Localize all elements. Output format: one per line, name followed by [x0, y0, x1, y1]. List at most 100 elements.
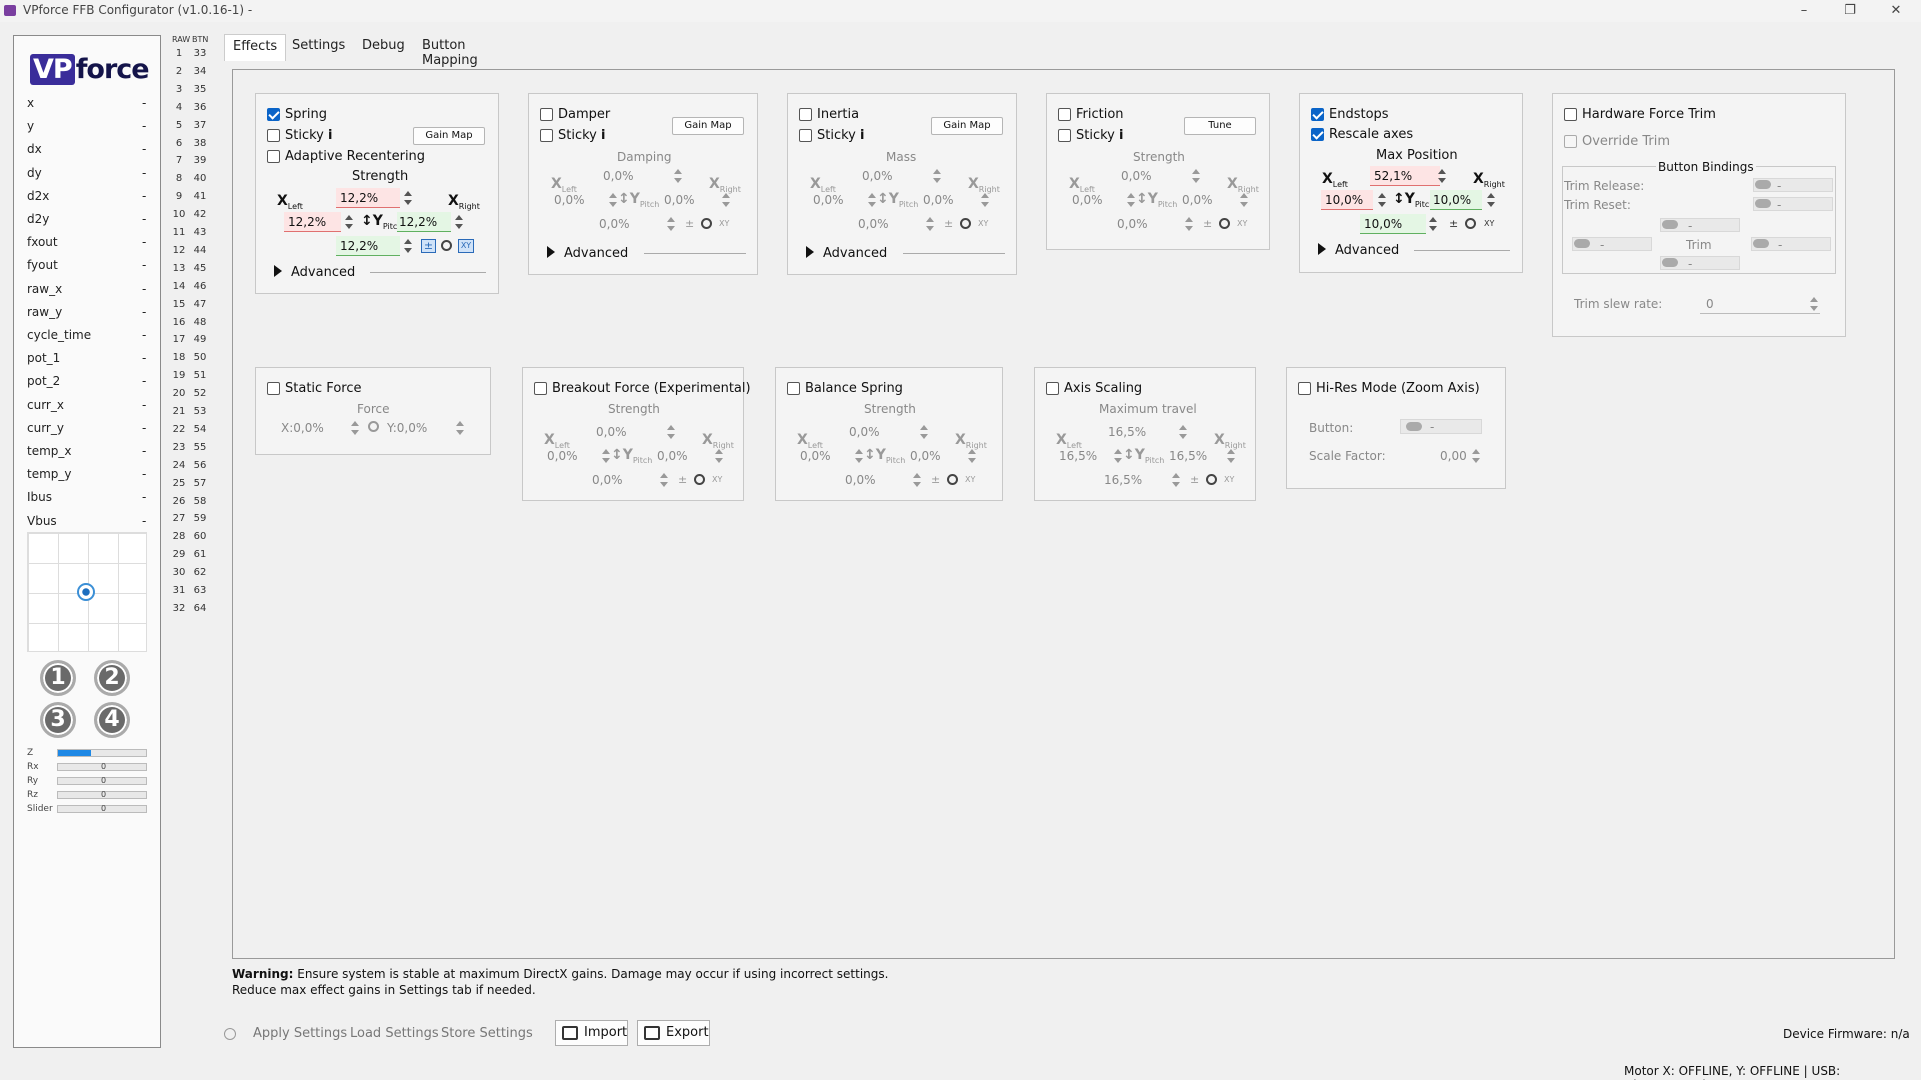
tab-button-mapping[interactable]: Button Mapping [414, 34, 486, 68]
axis_scaling-top-value[interactable]: 16,5% [1108, 425, 1146, 439]
axis_scaling-right-value[interactable]: 16,5% [1169, 449, 1207, 463]
inertia-gain-map-button[interactable]: Gain Map [931, 117, 1003, 135]
breakout-center-value[interactable]: 0,0% [592, 473, 623, 487]
spring-advanced-arrow-icon[interactable] [274, 265, 282, 277]
spring-center-field[interactable]: 12,2% [336, 236, 400, 256]
axis_scaling-center-spinner[interactable] [1169, 470, 1181, 490]
endstops-symmetric-toggle[interactable]: ± [1449, 217, 1458, 230]
trim-slew-rate-field[interactable]: 0 [1700, 294, 1820, 314]
axis_scaling-center-value[interactable]: 16,5% [1104, 473, 1142, 487]
load-settings-button[interactable]: Load Settings [350, 1026, 439, 1041]
friction-left-value[interactable]: 0,0% [1072, 193, 1103, 207]
endstops-right-spinner[interactable] [1484, 190, 1496, 210]
spring-checkbox[interactable] [267, 108, 280, 121]
inertia-symmetric-toggle[interactable]: ± [944, 217, 953, 230]
inertia-right-spinner[interactable] [978, 190, 990, 210]
spring-sticky-checkbox[interactable] [267, 129, 280, 142]
inertia-xy-toggle[interactable]: XY [978, 219, 988, 228]
spring-right-field[interactable]: 12,2% [397, 212, 451, 232]
spring-center-spinner[interactable] [401, 236, 413, 256]
inertia-sticky-checkbox[interactable] [799, 129, 812, 142]
breakout-top-spinner[interactable] [664, 422, 676, 442]
balance-top-value[interactable]: 0,0% [849, 425, 880, 439]
breakout-right-value[interactable]: 0,0% [657, 449, 688, 463]
friction-left-spinner[interactable] [1124, 190, 1136, 210]
minimize-button[interactable]: – [1781, 0, 1827, 22]
rescale-axes-checkbox[interactable] [1311, 128, 1324, 141]
endstops-left-spinner[interactable] [1375, 190, 1387, 210]
static-force-checkbox[interactable] [267, 382, 280, 395]
spring-top-field[interactable]: 12,2% [336, 188, 400, 208]
damper-left-spinner[interactable] [606, 190, 618, 210]
friction-sticky-checkbox[interactable] [1058, 129, 1071, 142]
tab-debug[interactable]: Debug [354, 34, 413, 59]
spring-symmetric-toggle[interactable]: ± [421, 239, 436, 253]
friction-xy-toggle[interactable]: XY [1237, 219, 1247, 228]
endstops-advanced-arrow-icon[interactable] [1318, 243, 1326, 255]
inertia-advanced-arrow-icon[interactable] [806, 246, 814, 258]
axis_scaling-top-spinner[interactable] [1176, 422, 1188, 442]
adaptive-recentering-checkbox[interactable] [267, 150, 280, 163]
damper-right-value[interactable]: 0,0% [664, 193, 695, 207]
axis_scaling-xy-toggle[interactable]: XY [1224, 475, 1234, 484]
endstops-checkbox[interactable] [1311, 108, 1324, 121]
inertia-checkbox[interactable] [799, 108, 812, 121]
endstops-left-field[interactable]: 10,0% [1321, 190, 1373, 210]
breakout-symmetric-toggle[interactable]: ± [678, 473, 687, 486]
damper-center-value[interactable]: 0,0% [599, 217, 630, 231]
breakout-left-value[interactable]: 0,0% [547, 449, 578, 463]
spring-top-spinner[interactable] [401, 188, 413, 208]
endstops-center-spinner[interactable] [1426, 214, 1438, 234]
inertia-right-value[interactable]: 0,0% [923, 193, 954, 207]
balance-center-spinner[interactable] [910, 470, 922, 490]
damper-advanced-arrow-icon[interactable] [547, 246, 555, 258]
static-force-x-value[interactable]: X:0,0% [281, 421, 324, 435]
spring-right-spinner[interactable] [452, 212, 464, 232]
balance-center-value[interactable]: 0,0% [845, 473, 876, 487]
endstops-center-field[interactable]: 10,0% [1360, 214, 1426, 234]
friction-symmetric-toggle[interactable]: ± [1203, 217, 1212, 230]
damper-gain-map-button[interactable]: Gain Map [672, 117, 744, 135]
store-settings-button[interactable]: Store Settings [441, 1026, 533, 1041]
inertia-top-spinner[interactable] [930, 166, 942, 186]
breakout-left-spinner[interactable] [599, 446, 611, 466]
inertia-center-value[interactable]: 0,0% [858, 217, 889, 231]
maximize-button[interactable]: ❐ [1827, 0, 1873, 22]
damper-advanced-label[interactable]: Advanced [564, 246, 628, 261]
balance-spring-checkbox[interactable] [787, 382, 800, 395]
damper-center-spinner[interactable] [664, 214, 676, 234]
damper-sticky-checkbox[interactable] [540, 129, 553, 142]
axis_scaling-left-value[interactable]: 16,5% [1059, 449, 1097, 463]
balance-left-spinner[interactable] [852, 446, 864, 466]
spring-left-field[interactable]: 12,2% [284, 212, 341, 232]
static-force-y-value[interactable]: Y:0,0% [387, 421, 427, 435]
breakout-right-spinner[interactable] [712, 446, 724, 466]
inertia-top-value[interactable]: 0,0% [862, 169, 893, 183]
scale-factor-spinner[interactable] [1469, 446, 1481, 466]
inertia-advanced-label[interactable]: Advanced [823, 246, 887, 261]
friction-center-value[interactable]: 0,0% [1117, 217, 1148, 231]
axis_scaling-left-spinner[interactable] [1111, 446, 1123, 466]
friction-checkbox[interactable] [1058, 108, 1071, 121]
spring-gain-map-button[interactable]: Gain Map [413, 127, 485, 145]
spring-xy-toggle[interactable]: XY [458, 239, 474, 253]
endstops-xy-toggle[interactable]: XY [1484, 219, 1494, 228]
damper-left-value[interactable]: 0,0% [554, 193, 585, 207]
friction-top-spinner[interactable] [1189, 166, 1201, 186]
axis_scaling-right-spinner[interactable] [1224, 446, 1236, 466]
damper-right-spinner[interactable] [719, 190, 731, 210]
static-force-x-spinner[interactable] [348, 418, 360, 438]
static-force-y-spinner[interactable] [453, 418, 465, 438]
tab-settings[interactable]: Settings [284, 34, 353, 59]
friction-top-value[interactable]: 0,0% [1121, 169, 1152, 183]
damper-symmetric-toggle[interactable]: ± [685, 217, 694, 230]
breakout-center-spinner[interactable] [657, 470, 669, 490]
balance-right-value[interactable]: 0,0% [910, 449, 941, 463]
endstops-right-field[interactable]: 10,0% [1430, 190, 1482, 210]
friction-center-spinner[interactable] [1182, 214, 1194, 234]
spring-left-spinner[interactable] [342, 212, 354, 232]
friction-right-value[interactable]: 0,0% [1182, 193, 1213, 207]
tab-effects[interactable]: Effects [224, 34, 287, 61]
inertia-center-spinner[interactable] [923, 214, 935, 234]
scale-factor-value[interactable]: 0,00 [1440, 449, 1467, 463]
